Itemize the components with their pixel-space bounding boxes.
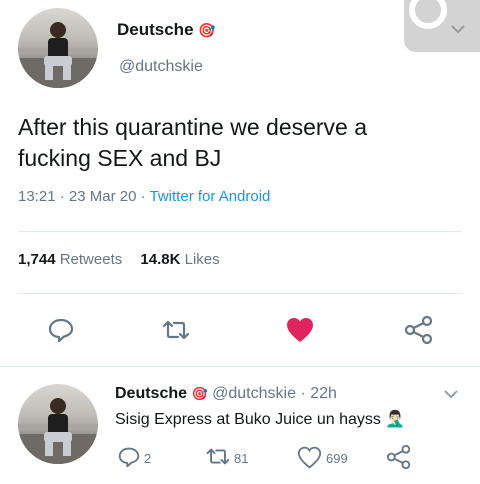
divider	[18, 231, 462, 232]
retweets-label: Retweets	[59, 251, 123, 268]
likes-stat[interactable]: 14.8K Likes	[140, 251, 219, 268]
target-emoji: 🎯	[198, 22, 216, 38]
share-icon[interactable]	[386, 445, 412, 469]
reply-display-name[interactable]: Deutsche	[115, 385, 187, 402]
retweet-count: 81	[234, 451, 249, 466]
reply-icon[interactable]	[117, 446, 141, 468]
likes-count: 14.8K	[140, 251, 181, 268]
display-name-text: Deutsche	[117, 20, 194, 39]
tweet-text-line-2: fucking SEX and BJ	[18, 145, 222, 171]
tweet-meta: 13:21 · 23 Mar 20 · Twitter for Android	[18, 188, 270, 205]
tweet-text: After this quarantine we deserve a fucki…	[18, 112, 468, 174]
retweet-icon[interactable]	[161, 318, 191, 342]
reply-text: Sisig Express at Buko Juice un hayss 🤦🏻‍…	[115, 411, 406, 428]
client-link[interactable]: Twitter for Android	[150, 188, 271, 205]
tweet-text-line-1: After this quarantine we deserve a	[18, 114, 368, 140]
display-name[interactable]: Deutsche 🎯	[117, 20, 216, 40]
tweet-date: 23 Mar 20	[68, 188, 137, 205]
retweet-icon[interactable]	[205, 446, 231, 467]
overlay-widget[interactable]	[404, 0, 480, 52]
user-handle[interactable]: @dutchskie	[119, 58, 203, 76]
reply-age: 22h	[310, 385, 337, 402]
tweet-time: 13:21	[18, 188, 56, 205]
heart-icon[interactable]	[285, 316, 315, 344]
share-icon[interactable]	[404, 316, 434, 344]
meta-dot: ·	[59, 188, 69, 205]
meta-dot: ·	[140, 188, 150, 205]
tweet-stats: 1,744 Retweets 14.8K Likes	[18, 251, 220, 268]
likes-label: Likes	[184, 251, 220, 268]
reply-handle[interactable]: @dutchskie	[212, 385, 296, 402]
chevron-down-icon[interactable]	[442, 388, 460, 400]
reply-icon[interactable]	[47, 317, 75, 343]
avatar[interactable]	[18, 8, 98, 88]
target-emoji: 🎯	[191, 386, 208, 401]
divider	[18, 293, 462, 294]
like-count: 699	[326, 451, 348, 466]
retweets-count: 1,744	[18, 251, 56, 268]
reply-avatar[interactable]	[18, 384, 98, 464]
reply-count: 2	[144, 451, 152, 466]
reply-header: Deutsche 🎯 @dutchskie · 22h	[115, 385, 337, 403]
retweets-stat[interactable]: 1,744 Retweets	[18, 251, 126, 268]
heart-icon[interactable]	[297, 446, 322, 469]
divider	[0, 366, 480, 367]
meta-dot: ·	[300, 385, 306, 402]
